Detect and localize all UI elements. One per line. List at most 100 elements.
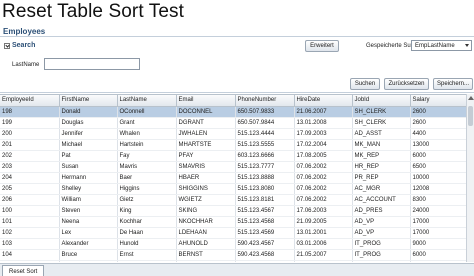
table-cell-firstname: Neena <box>59 216 118 228</box>
table-cell-salary: 17000 <box>410 216 467 228</box>
advanced-button[interactable]: Erweitert <box>305 40 339 52</box>
table-cell-employeeid: 201 <box>0 139 60 151</box>
table-cell-salary: 12008 <box>410 183 467 195</box>
table-cell-lastname: Ernst <box>117 249 177 261</box>
table-cell-hiredate: 17.06.2003 <box>294 205 353 217</box>
table-cell-jobid: MK_MAN <box>352 139 411 151</box>
table-cell-jobid: IT_PROG <box>352 249 411 261</box>
table-cell-lastname: Kochhar <box>117 216 177 228</box>
column-header-firstname[interactable]: FirstName <box>59 95 118 107</box>
table-cell-jobid: IT_PROG <box>352 238 411 250</box>
table-cell-employeeid: 105 <box>0 260 60 262</box>
table-cell-hiredate: 17.08.2005 <box>294 150 353 162</box>
column-header-lastname[interactable]: LastName <box>117 95 177 107</box>
table-row[interactable]: 201 Michael Hartstein MHARTSTE 515.123.5555 1… <box>0 139 467 151</box>
table-cell-employeeid: 199 <box>0 117 60 129</box>
chevron-down-icon[interactable] <box>4 42 10 49</box>
table-cell-phonenumber: 650.507.9844 <box>235 117 295 129</box>
table-cell-email: SMAVRIS <box>176 161 236 173</box>
table-cell-hiredate: 17.02.2004 <box>294 139 353 151</box>
search-button[interactable]: Suchen <box>350 78 380 90</box>
table-row[interactable]: 100 Steven King SKING 515.123.4567 17.06.2003… <box>0 205 467 217</box>
table-cell-phonenumber: 515.123.8888 <box>235 172 295 184</box>
scrollbar-thumb[interactable] <box>468 106 473 126</box>
column-header-phonenumber[interactable]: PhoneNumber <box>235 95 295 107</box>
table-cell-hiredate: 21.06.2007 <box>294 106 353 118</box>
table-cell-hiredate: 25.06.2005 <box>294 260 353 262</box>
table-row[interactable]: 101 Neena Kochhar NKOCHHAR 515.123.4568 21.09… <box>0 216 467 228</box>
table-row[interactable]: 205 Shelley Higgins SHIGGINS 515.123.8080 07.… <box>0 183 467 195</box>
table-cell-hiredate: 07.06.2002 <box>294 194 353 206</box>
column-header-salary[interactable]: Salary <box>410 95 467 107</box>
table-cell-hiredate: 13.01.2001 <box>294 227 353 239</box>
table-cell-email: AHUNOLD <box>176 238 236 250</box>
table-row[interactable]: 204 Hermann Baer HBAER 515.123.8888 07.06.200… <box>0 172 467 184</box>
table-cell-hiredate: 17.09.2003 <box>294 128 353 140</box>
table-cell-phonenumber: 515.123.7777 <box>235 161 295 173</box>
table-cell-email: SHIGGINS <box>176 183 236 195</box>
lastname-input[interactable] <box>44 58 140 70</box>
table-cell-phonenumber: 515.123.4567 <box>235 205 295 217</box>
table-cell-jobid: AD_VP <box>352 227 411 239</box>
scroll-up-icon[interactable] <box>468 96 474 100</box>
table-cell-phonenumber: 515.123.4568 <box>235 216 295 228</box>
table-cell-firstname: Douglas <box>59 117 118 129</box>
table-row[interactable]: 105DavidAustinDAUSTIN590.423.456925.06.2… <box>0 260 467 262</box>
table-cell-phonenumber: 515.123.4569 <box>235 227 295 239</box>
table-cell-email: DGRANT <box>176 117 236 129</box>
table-cell-salary: 6500 <box>410 161 467 173</box>
table-cell-employeeid: 206 <box>0 194 60 206</box>
table-cell-phonenumber: 650.507.9833 <box>235 106 295 118</box>
save-search-button[interactable]: Speichern... <box>433 78 473 90</box>
search-toggle-label: Search <box>12 42 36 49</box>
table-cell-employeeid: 205 <box>0 183 60 195</box>
table-cell-firstname: Lex <box>59 227 118 239</box>
table-cell-hiredate: 21.09.2005 <box>294 216 353 228</box>
column-header-jobid[interactable]: JobId <box>352 95 411 107</box>
table-cell-email: MHARTSTE <box>176 139 236 151</box>
table-cell-lastname: Grant <box>117 117 177 129</box>
table-cell-firstname: Michael <box>59 139 118 151</box>
table-scrollbar[interactable] <box>466 94 474 262</box>
table-cell-employeeid: 200 <box>0 128 60 140</box>
table-cell-lastname: Gietz <box>117 194 177 206</box>
table-cell-firstname: Steven <box>59 205 118 217</box>
table-cell-salary: 4400 <box>410 128 467 140</box>
table-row[interactable]: 102 Lex De Haan LDEHAAN 515.123.4569 13.01.20… <box>0 227 467 239</box>
table-cell-jobid: AC_ACCOUNT <box>352 194 411 206</box>
column-header-hiredate[interactable]: HireDate <box>294 95 353 107</box>
table-row[interactable]: 199 Douglas Grant DGRANT 650.507.9844 13.01.2… <box>0 117 467 129</box>
table-cell-jobid: SH_CLERK <box>352 117 411 129</box>
table-row[interactable]: 200 Jennifer Whalen JWHALEN 515.123.4444 17.0… <box>0 128 467 140</box>
table-cell-employeeid: 100 <box>0 205 60 217</box>
table-row[interactable]: 104 Bruce Ernst BERNST 590.423.4568 21.05.200… <box>0 249 467 261</box>
table-cell-hiredate: 07.06.2002 <box>294 183 353 195</box>
table-row[interactable]: 206 William Gietz WGIETZ 515.123.8181 07.06.2… <box>0 194 467 206</box>
table-row[interactable]: 198 Donald OConnell DOCONNEL 650.507.9833 21.… <box>0 106 467 118</box>
table-row[interactable]: 103 Alexander Hunold AHUNOLD 590.423.4567 03.… <box>0 238 467 250</box>
table-cell-lastname: Austin <box>117 260 177 262</box>
table-row[interactable]: 202 Pat Fay PFAY 603.123.6666 17.08.2005 MK_RE… <box>0 150 467 162</box>
reset-button[interactable]: Zurücksetzen <box>384 78 429 90</box>
table-cell-email: LDEHAAN <box>176 227 236 239</box>
column-header-employeeid[interactable]: EmployeeId <box>0 95 60 107</box>
table-cell-email: DAUSTIN <box>176 260 236 262</box>
table-cell-phonenumber: 515.123.8181 <box>235 194 295 206</box>
employees-table: EmployeeId FirstName LastName Email Phon… <box>0 95 467 262</box>
table-cell-phonenumber: 590.423.4569 <box>235 260 295 262</box>
column-header-email[interactable]: Email <box>176 95 236 107</box>
table-cell-lastname: Hartstein <box>117 139 177 151</box>
tab-reset-sort[interactable]: Reset Sort <box>2 265 45 276</box>
table-cell-jobid: HR_REP <box>352 161 411 173</box>
saved-search-select[interactable]: EmpLastName <box>411 40 472 51</box>
table-cell-phonenumber: 603.123.6666 <box>235 150 295 162</box>
table-cell-firstname: William <box>59 194 118 206</box>
lastname-label: LastName <box>12 62 40 68</box>
table-row[interactable]: 203 Susan Mavris SMAVRIS 515.123.7777 07.06.2… <box>0 161 467 173</box>
table-cell-jobid: PR_REP <box>352 172 411 184</box>
table-header-row: EmployeeId FirstName LastName Email Phon… <box>0 95 467 107</box>
search-disclosure-toggle[interactable]: Search <box>4 42 35 49</box>
table-cell-firstname: Shelley <box>59 183 118 195</box>
table-cell-phonenumber: 515.123.8080 <box>235 183 295 195</box>
table-cell-salary: 10000 <box>410 172 467 184</box>
